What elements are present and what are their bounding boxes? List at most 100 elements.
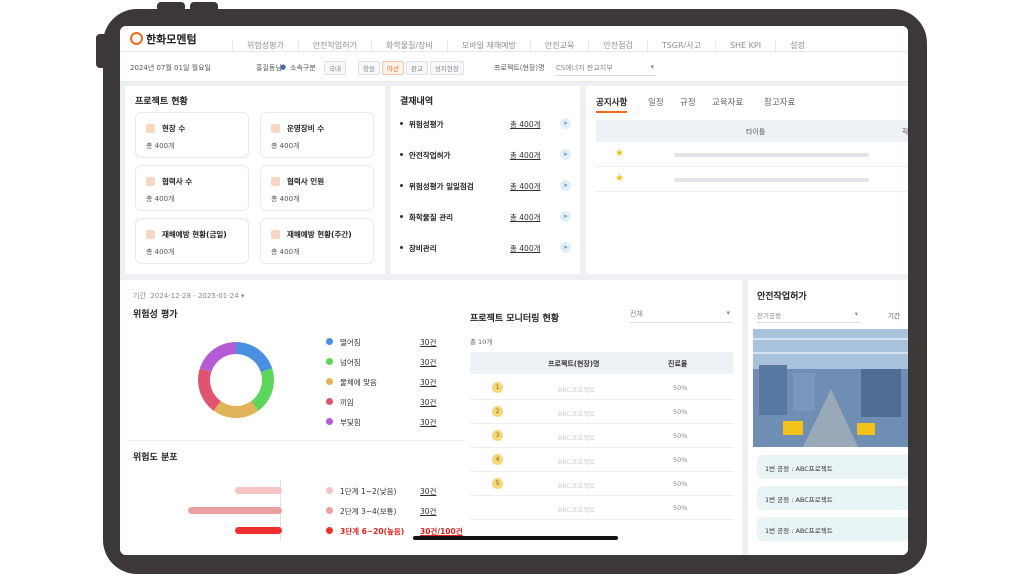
approval-row[interactable]: 화학물질 관리 총 400개 ➤ (400, 210, 571, 224)
donut-slice-2[interactable] (213, 401, 259, 418)
menu-item[interactable]: 안전교육 (529, 40, 588, 51)
legend-dot (326, 378, 333, 385)
table-row[interactable]: 1 ABC프로젝트 50% (470, 376, 733, 400)
legend-count: 30건 (420, 358, 437, 367)
status-tile[interactable]: 협력사 인원 총 400개 (260, 165, 374, 211)
table-header: 타이틀 작 (596, 120, 908, 142)
card-title: 프로젝트 현황 (135, 97, 188, 107)
equipment-icon (271, 124, 280, 133)
approval-row[interactable]: 위험성평가 총 400개 ➤ (400, 117, 571, 131)
site-chip[interactable]: 창원 (358, 61, 380, 75)
table-row[interactable]: 2 ABC프로젝트 50% (470, 400, 733, 424)
chevron-down-icon: ▾ (240, 292, 245, 300)
legend-label: 넘어짐 (340, 358, 361, 367)
project-label: 프로젝트(현장)명 (494, 64, 545, 72)
menu-item[interactable]: TSGR/사고 (646, 40, 715, 51)
analytics-card: 기간 2024-12-28 - 2025-01-24 ▾ 위험성 평가 떨어짐 3… (120, 280, 742, 555)
table-row[interactable]: 3 ABC프로젝트 50% (470, 424, 733, 448)
tab-schedule[interactable]: 일정 (648, 96, 664, 108)
legend-label: 1단계 1~2(낮음) (340, 487, 397, 496)
tab-notice[interactable]: 공지사항 (596, 96, 628, 113)
menu-item[interactable]: 모바일 재해예방 (446, 40, 530, 51)
calendar-icon (271, 230, 280, 239)
table-row[interactable]: 5 ABC프로젝트 50% (470, 472, 733, 496)
tab-education[interactable]: 교육자료 (712, 96, 743, 108)
card-title: 프로젝트 모니터링 현황 (470, 314, 560, 324)
rank-badge: 1 (492, 382, 503, 393)
approval-row[interactable]: 장비관리 총 400개 ➤ (400, 241, 571, 255)
permit-row[interactable]: 1번 공정 : ABC프로젝트 (757, 455, 908, 479)
dept-label: 소속구분 (290, 64, 316, 72)
legend-label: 부딪힘 (340, 418, 361, 427)
legend-label: 떨어짐 (340, 338, 361, 347)
project-name: ABC프로젝트 (558, 482, 596, 490)
site-chip[interactable]: 아산 (381, 61, 404, 75)
progress-rate: 50% (673, 456, 688, 464)
brand-logo[interactable]: 한화모멘텀 (130, 31, 197, 47)
project-select[interactable]: CS에너지 판교지부 ▾ (556, 63, 656, 76)
card-title: 결재내역 (400, 97, 434, 107)
table-row[interactable]: ABC프로젝트 50% (470, 496, 733, 520)
tab-reference[interactable]: 참고자료 (764, 96, 795, 108)
rank-badge: 2 (492, 406, 503, 417)
notice-card: 공지사항 일정 규정 교육자료 참고자료 타이틀 작 ★ ★ (586, 86, 908, 274)
legend-dot (326, 418, 333, 425)
period-filter[interactable]: 기간 2024-12-28 - 2025-01-24 ▾ (133, 291, 244, 301)
notice-row[interactable]: ★ (596, 143, 908, 167)
menu-item[interactable]: SHE KPI (714, 41, 775, 50)
distribution-bar[interactable] (188, 507, 282, 514)
donut-slice-4[interactable] (199, 342, 236, 372)
star-icon: ★ (615, 173, 624, 184)
donut-slice-3[interactable] (198, 368, 221, 411)
approvals-card: 결재내역 위험성평가 총 400개 ➤ 안전작업허가 총 400개 ➤ 위험성평가 일일… (390, 86, 580, 274)
tab-rules[interactable]: 규정 (680, 96, 696, 108)
approval-row[interactable]: 안전작업허가 총 400개 ➤ (400, 148, 571, 162)
permit-row[interactable]: 1번 공정 : ABC프로젝트 (757, 486, 908, 510)
donut-slice-0[interactable] (236, 342, 273, 372)
legend-label: 2단계 3~4(보통) (340, 507, 397, 516)
menu-item[interactable]: 화학물질/장비 (370, 40, 447, 51)
menu-item[interactable]: 설정 (775, 40, 819, 51)
site-chips: 창원 아산 판교 성지현장 (358, 61, 466, 75)
monitoring-total: 총 10개 (470, 338, 493, 346)
menu-item[interactable]: 안전작업허가 (297, 40, 371, 51)
project-name: ABC프로젝트 (558, 410, 596, 418)
monitoring-filter[interactable]: 전체 ▾ (630, 309, 732, 323)
notice-row[interactable]: ★ (596, 168, 908, 192)
project-name: ABC프로젝트 (558, 506, 596, 514)
status-tile[interactable]: 현장 수총 400개 (135, 112, 249, 158)
legend-dot (326, 338, 333, 345)
menu-item[interactable]: 위험성평가 (232, 40, 298, 51)
chevron-down-icon: ▾ (854, 310, 858, 318)
top-nav: 한화모멘텀 위험성평가 안전작업허가 화학물질/장비 모바일 재해예방 안전교육 안전점검… (120, 26, 908, 52)
location-icon (146, 124, 155, 133)
site-chip[interactable]: 성지현장 (429, 61, 464, 75)
distribution-bar[interactable] (235, 527, 282, 534)
progress-rate: 50% (673, 504, 688, 512)
legend-dot (326, 487, 333, 494)
user-name: 홍길동님 (256, 64, 282, 72)
chevron-down-icon: ▾ (650, 63, 654, 71)
card-title: 위험도 분포 (133, 453, 178, 463)
arrow-right-icon: ➤ (560, 118, 571, 129)
menu-item[interactable]: 안전점검 (588, 40, 646, 51)
status-tile[interactable]: 운영장비 수총 400개 (260, 112, 374, 158)
site-chip[interactable]: 판교 (405, 61, 428, 75)
rank-badge: 4 (492, 454, 503, 465)
permit-row[interactable]: 1번 공정 : ABC프로젝트 (757, 517, 908, 541)
project-status-card: 프로젝트 현황 현장 수총 400개 운영장비 수총 400개 협력사 수총 4… (125, 86, 385, 274)
donut-slice-1[interactable] (251, 368, 274, 411)
distribution-bar[interactable] (235, 487, 282, 494)
legend-count: 30건 (420, 378, 437, 387)
partner-icon (146, 177, 155, 186)
status-tile[interactable]: 재해예방 현황(금일) 총 400개 (135, 218, 249, 264)
progress-rate: 50% (673, 432, 688, 440)
dept-select[interactable]: 국내 (324, 61, 348, 75)
process-select[interactable]: 전기공정 ▾ (757, 310, 860, 323)
status-tile[interactable]: 협력사 수총 400개 (135, 165, 249, 211)
filter-bar: 2024년 07월 01일 월요일 홍길동님 ● 소속구분 국내 창원 아산 판교 성… (120, 52, 908, 82)
status-tile[interactable]: 재해예방 현황(주간) 총 400개 (260, 218, 374, 264)
table-row[interactable]: 4 ABC프로젝트 50% (470, 448, 733, 472)
approval-row[interactable]: 위험성평가 일일점검 총 400개 ➤ (400, 179, 571, 193)
worker-icon (271, 177, 280, 186)
